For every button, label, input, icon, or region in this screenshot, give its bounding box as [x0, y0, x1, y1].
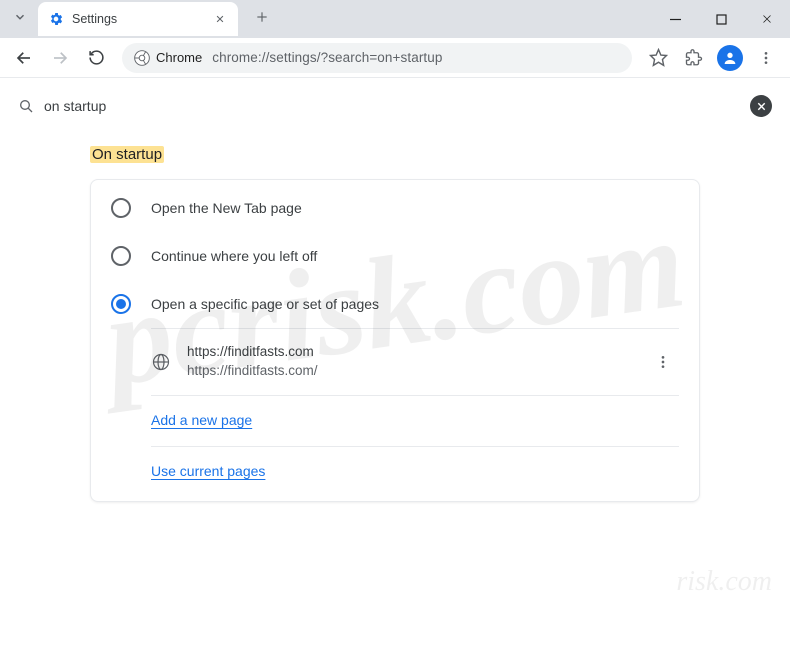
radio-label: Open the New Tab page	[151, 200, 302, 216]
forward-button[interactable]	[44, 42, 76, 74]
search-icon	[18, 98, 34, 114]
window-titlebar: Settings	[0, 0, 790, 38]
close-icon	[761, 13, 773, 25]
close-icon	[215, 14, 225, 24]
extensions-button[interactable]	[678, 42, 710, 74]
search-tabs-button[interactable]	[6, 3, 34, 31]
radio-specific-pages[interactable]: Open a specific page or set of pages	[91, 280, 699, 328]
arrow-right-icon	[51, 49, 69, 67]
menu-button[interactable]	[750, 42, 782, 74]
address-bar[interactable]: Chrome chrome://settings/?search=on+star…	[122, 43, 632, 73]
page-title: https://finditfasts.com	[187, 343, 318, 362]
tab-close-button[interactable]	[212, 11, 228, 27]
profile-button[interactable]	[714, 42, 746, 74]
chevron-down-icon	[13, 10, 27, 24]
tab-title: Settings	[72, 12, 117, 26]
watermark-small: risk.com	[676, 566, 772, 598]
bookmark-button[interactable]	[642, 42, 674, 74]
maximize-icon	[716, 14, 727, 25]
add-page-row: Add a new page	[151, 395, 679, 446]
reload-icon	[88, 49, 105, 66]
globe-icon	[151, 352, 171, 372]
radio-icon	[111, 198, 131, 218]
clear-search-button[interactable]	[750, 95, 772, 117]
window-controls	[652, 0, 790, 38]
close-icon	[756, 101, 767, 112]
plus-icon	[255, 10, 269, 24]
radio-continue[interactable]: Continue where you left off	[91, 232, 699, 280]
page-more-button[interactable]	[655, 354, 679, 370]
back-button[interactable]	[8, 42, 40, 74]
use-current-link[interactable]: Use current pages	[151, 463, 265, 479]
avatar-icon	[717, 45, 743, 71]
page-info: https://finditfasts.com https://finditfa…	[187, 343, 318, 381]
radio-label: Continue where you left off	[151, 248, 317, 264]
star-icon	[649, 48, 668, 67]
maximize-button[interactable]	[698, 0, 744, 38]
settings-gear-icon	[48, 11, 64, 27]
settings-search-row: on startup	[0, 86, 790, 126]
new-tab-button[interactable]	[248, 3, 276, 31]
minimize-icon	[670, 14, 681, 25]
puzzle-icon	[685, 49, 703, 67]
reload-button[interactable]	[80, 42, 112, 74]
kebab-menu-icon	[655, 354, 671, 370]
arrow-left-icon	[15, 49, 33, 67]
radio-icon	[111, 246, 131, 266]
minimize-button[interactable]	[652, 0, 698, 38]
use-current-row: Use current pages	[151, 446, 679, 497]
startup-options-card: Open the New Tab page Continue where you…	[90, 179, 700, 502]
startup-page-row: https://finditfasts.com https://finditfa…	[151, 329, 679, 395]
radio-icon	[111, 294, 131, 314]
add-page-link[interactable]: Add a new page	[151, 412, 252, 428]
section-title: On startup	[90, 146, 700, 163]
startup-pages-list: https://finditfasts.com https://finditfa…	[151, 328, 679, 497]
page-url: https://finditfasts.com/	[187, 362, 318, 381]
chrome-logo-icon	[134, 50, 150, 66]
kebab-menu-icon	[758, 50, 774, 66]
browser-toolbar: Chrome chrome://settings/?search=on+star…	[0, 38, 790, 78]
url-chip-label: Chrome	[156, 50, 202, 65]
tab-strip: Settings	[0, 0, 276, 38]
url-chip: Chrome	[134, 50, 202, 66]
url-text: chrome://settings/?search=on+startup	[212, 50, 442, 65]
radio-new-tab[interactable]: Open the New Tab page	[91, 184, 699, 232]
settings-content: On startup Open the New Tab page Continu…	[0, 126, 790, 502]
search-query[interactable]: on startup	[44, 98, 106, 114]
close-window-button[interactable]	[744, 0, 790, 38]
radio-label: Open a specific page or set of pages	[151, 296, 379, 312]
browser-tab[interactable]: Settings	[38, 2, 238, 36]
